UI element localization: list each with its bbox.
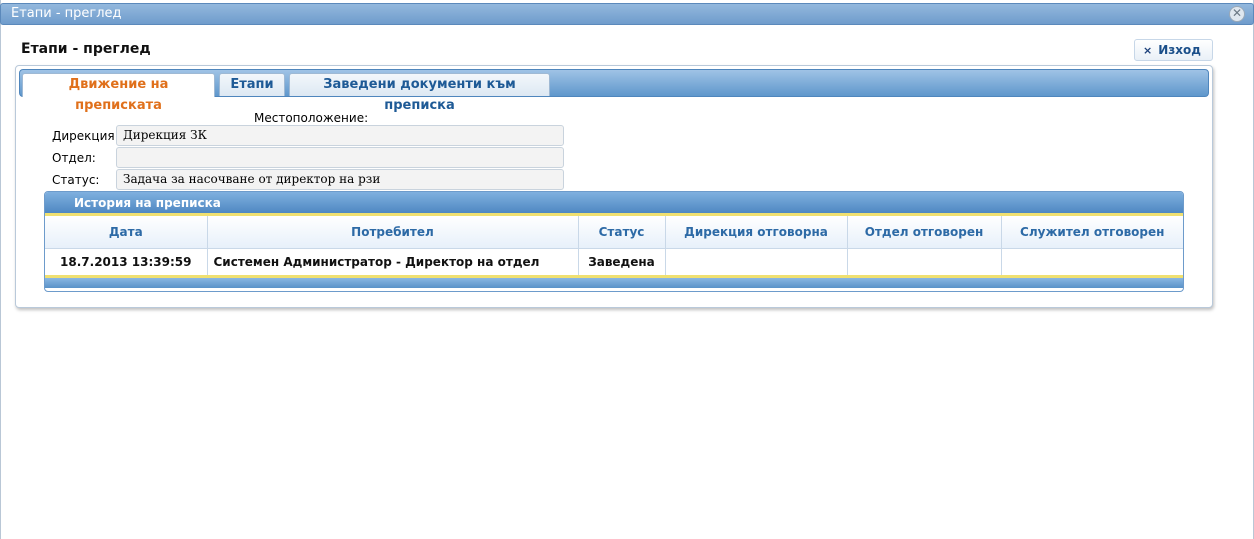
window-close-icon[interactable]: ✕ [1229, 6, 1245, 22]
status-field[interactable]: Задача за насочване от директор на рзи [116, 169, 564, 190]
page-title: Етапи - преглед [21, 41, 151, 57]
column-header-responsible-department[interactable]: Отдел отговорен [847, 216, 1002, 249]
column-header-responsible-employee[interactable]: Служител отговорен [1001, 216, 1183, 249]
column-header-status[interactable]: Статус [578, 216, 666, 249]
tab-registered-documents[interactable]: Заведени документи към преписка [289, 73, 550, 113]
location-heading: Местоположение: [254, 111, 369, 125]
department-label: Отдел: [52, 151, 96, 165]
exit-button[interactable]: × Изход [1134, 39, 1213, 61]
department-field[interactable] [116, 147, 564, 168]
cell-responsible-department [847, 248, 1002, 275]
cell-responsible-directorate [665, 248, 848, 275]
directorate-field[interactable]: Дирекция ЗК [116, 125, 564, 146]
status-label: Статус: [52, 173, 100, 187]
tab-case-movement[interactable]: Движение на преписката [22, 73, 215, 113]
cell-user: Системен Администратор - Директор на отд… [207, 248, 579, 275]
history-table: Дата Потребител Статус Дирекция отговорн… [45, 216, 1183, 275]
cell-responsible-employee [1001, 248, 1183, 275]
column-header-responsible-directorate[interactable]: Дирекция отговорна [665, 216, 848, 249]
cell-date: 18.7.2013 13:39:59 [45, 248, 208, 275]
window-title: Етапи - преглед [11, 6, 122, 21]
table-row[interactable]: 18.7.2013 13:39:59 Системен Администрато… [45, 248, 1183, 275]
main-panel: Движение на преписката Етапи Заведени до… [15, 65, 1213, 308]
column-header-date[interactable]: Дата [45, 216, 208, 249]
history-grid-caption: История на преписка [45, 192, 1183, 216]
cell-status: Заведена [578, 248, 666, 275]
exit-button-label: Изход [1158, 43, 1201, 57]
history-grid: История на преписка Дата Потребител Стат… [44, 191, 1184, 292]
history-grid-footer [45, 275, 1183, 288]
window-titlebar[interactable]: Етапи - преглед ✕ [0, 3, 1254, 25]
close-icon: × [1143, 44, 1153, 57]
tab-bar: Движение на преписката Етапи Заведени до… [19, 69, 1209, 113]
tab-stages[interactable]: Етапи [219, 73, 285, 96]
table-header-row: Дата Потребител Статус Дирекция отговорн… [45, 216, 1183, 249]
directorate-label: Дирекция: [52, 129, 119, 143]
column-header-user[interactable]: Потребител [207, 216, 579, 249]
